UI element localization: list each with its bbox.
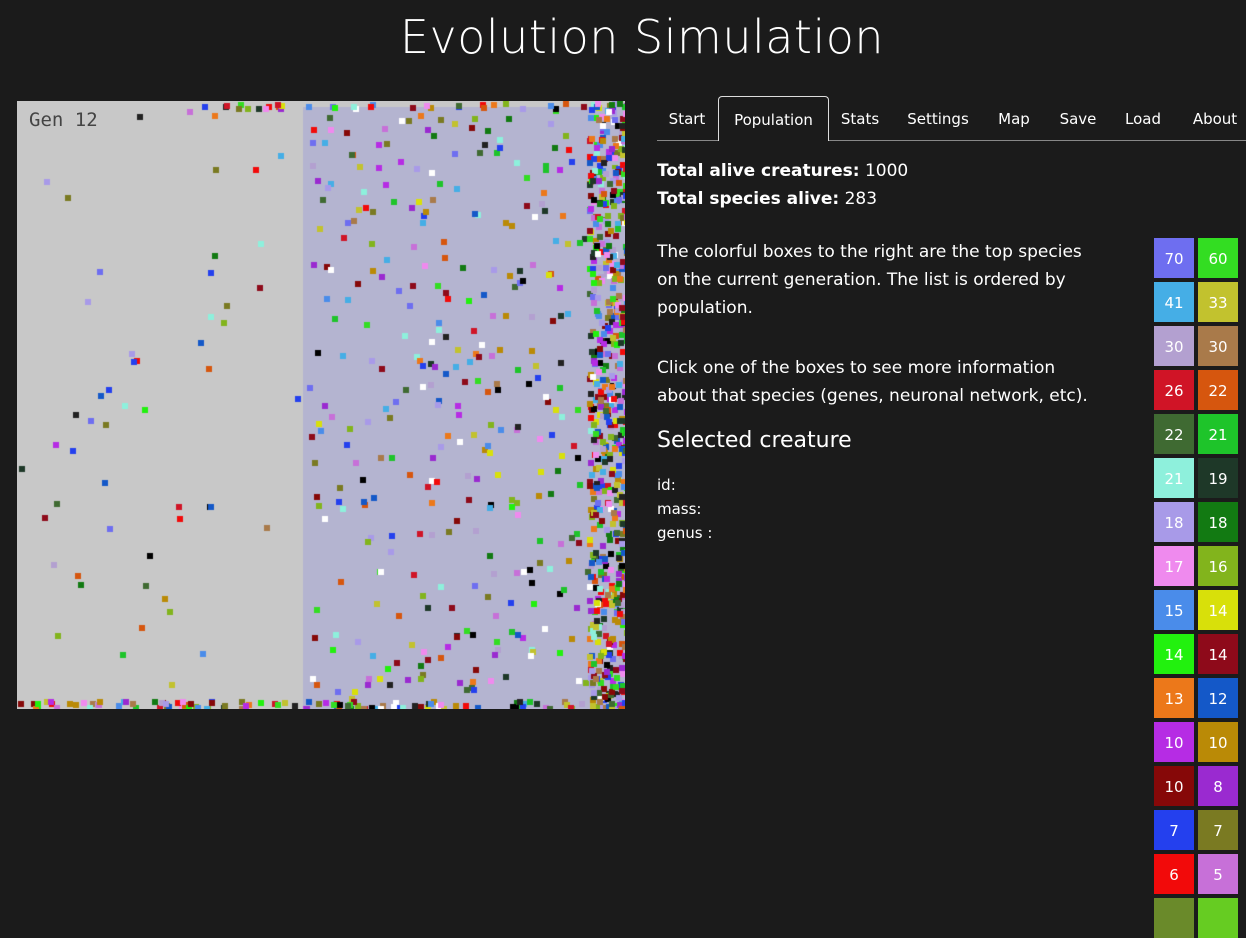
total-alive-value: 1000 bbox=[864, 161, 909, 181]
tab-about[interactable]: About bbox=[1187, 96, 1243, 140]
tab-bar: Start Population Stats Settings Map Save… bbox=[657, 96, 1246, 141]
total-alive-line: Total alive creatures: 1000 bbox=[657, 161, 908, 181]
species-box[interactable]: 14 bbox=[1198, 634, 1238, 674]
species-box[interactable]: 13 bbox=[1154, 678, 1194, 718]
tab-stats[interactable]: Stats bbox=[831, 96, 889, 140]
species-box[interactable]: 12 bbox=[1198, 678, 1238, 718]
species-box[interactable]: 41 bbox=[1154, 282, 1194, 322]
species-box[interactable]: 19 bbox=[1198, 458, 1238, 498]
page-title: Evolution Simulation bbox=[399, 10, 885, 64]
species-box[interactable]: 14 bbox=[1154, 634, 1194, 674]
species-box[interactable]: 22 bbox=[1198, 370, 1238, 410]
species-box[interactable] bbox=[1154, 898, 1194, 938]
species-box[interactable]: 18 bbox=[1154, 502, 1194, 542]
species-box[interactable] bbox=[1198, 898, 1238, 938]
species-box[interactable]: 30 bbox=[1154, 326, 1194, 366]
species-box[interactable]: 21 bbox=[1198, 414, 1238, 454]
species-box[interactable]: 70 bbox=[1154, 238, 1194, 278]
tab-load[interactable]: Load bbox=[1117, 96, 1169, 140]
species-box[interactable]: 5 bbox=[1198, 854, 1238, 894]
species-box[interactable]: 30 bbox=[1198, 326, 1238, 366]
total-species-value: 283 bbox=[844, 189, 878, 209]
species-box[interactable]: 26 bbox=[1154, 370, 1194, 410]
field-mass: mass: bbox=[657, 500, 702, 518]
species-box[interactable]: 10 bbox=[1198, 722, 1238, 762]
species-box[interactable]: 60 bbox=[1198, 238, 1238, 278]
total-species-line: Total species alive: 283 bbox=[657, 189, 877, 209]
world-map[interactable] bbox=[17, 101, 625, 709]
total-species-label: Total species alive: bbox=[657, 189, 840, 209]
click-instructions: Click one of the boxes to see more infor… bbox=[657, 358, 1088, 406]
species-box[interactable]: 33 bbox=[1198, 282, 1238, 322]
tab-start[interactable]: Start bbox=[657, 96, 717, 140]
species-box[interactable]: 10 bbox=[1154, 722, 1194, 762]
species-box[interactable]: 16 bbox=[1198, 546, 1238, 586]
total-alive-label: Total alive creatures: bbox=[657, 161, 860, 181]
species-box[interactable]: 22 bbox=[1154, 414, 1194, 454]
species-box[interactable]: 18 bbox=[1198, 502, 1238, 542]
species-box[interactable]: 17 bbox=[1154, 546, 1194, 586]
field-id: id: bbox=[657, 476, 676, 494]
species-box[interactable]: 10 bbox=[1154, 766, 1194, 806]
simulation-canvas[interactable]: Gen 12 bbox=[17, 101, 625, 709]
species-box[interactable]: 14 bbox=[1198, 590, 1238, 630]
tab-population[interactable]: Population bbox=[718, 96, 829, 141]
generation-label: Gen 12 bbox=[29, 109, 98, 131]
population-description: The colorful boxes to the right are the … bbox=[657, 242, 1082, 318]
tab-settings[interactable]: Settings bbox=[900, 96, 976, 140]
tab-save[interactable]: Save bbox=[1054, 96, 1102, 140]
species-box[interactable]: 7 bbox=[1154, 810, 1194, 850]
species-box[interactable]: 21 bbox=[1154, 458, 1194, 498]
species-box[interactable]: 8 bbox=[1198, 766, 1238, 806]
tab-map[interactable]: Map bbox=[990, 96, 1038, 140]
selected-creature-heading: Selected creature bbox=[657, 428, 852, 453]
species-box[interactable]: 7 bbox=[1198, 810, 1238, 850]
species-box[interactable]: 15 bbox=[1154, 590, 1194, 630]
species-box[interactable]: 6 bbox=[1154, 854, 1194, 894]
field-genus: genus : bbox=[657, 524, 713, 542]
top-species-grid: 70 60 41 33 30 30 26 22 22 21 21 19 18 18 17 16 15 14 14 14… bbox=[1154, 238, 1244, 938]
